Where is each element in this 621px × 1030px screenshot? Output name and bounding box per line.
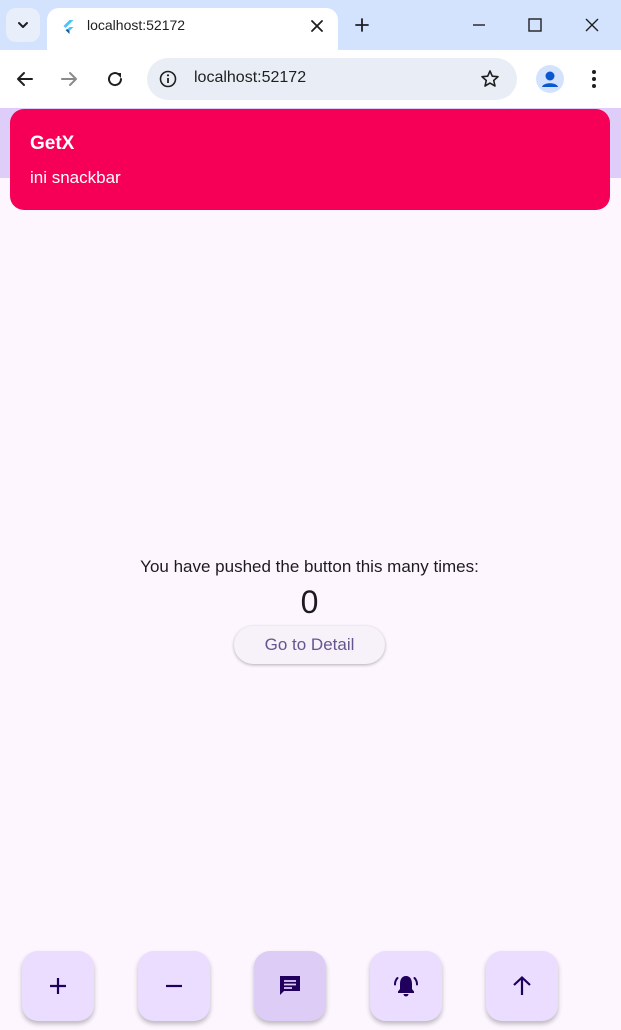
go-to-detail-button[interactable]: Go to Detail xyxy=(234,626,385,664)
arrow-up-icon xyxy=(513,975,531,995)
profile-button[interactable] xyxy=(536,65,564,93)
decrement-button[interactable] xyxy=(138,951,210,1021)
browser-tab-strip: localhost:52172 xyxy=(0,0,621,50)
maximize-icon xyxy=(528,18,542,32)
close-window-button[interactable] xyxy=(579,12,605,38)
arrow-right-icon xyxy=(61,72,77,86)
show-snackbar-button[interactable] xyxy=(254,951,326,1021)
close-icon xyxy=(311,20,323,32)
tab-title: localhost:52172 xyxy=(87,17,186,33)
minimize-icon xyxy=(473,24,485,26)
reload-button[interactable] xyxy=(101,65,129,93)
flutter-icon xyxy=(63,20,74,34)
increment-button[interactable] xyxy=(22,951,94,1021)
tab-search-button[interactable] xyxy=(6,8,40,42)
chevron-down-icon xyxy=(18,22,28,28)
browser-toolbar: localhost:52172 xyxy=(0,50,621,108)
snackbar[interactable]: GetX ini snackbar xyxy=(10,109,610,210)
reload-icon xyxy=(108,72,123,87)
forward-button[interactable] xyxy=(55,65,83,93)
minimize-window-button[interactable] xyxy=(466,12,492,38)
notification-button[interactable] xyxy=(370,951,442,1021)
person-icon xyxy=(542,71,558,87)
close-icon xyxy=(585,18,599,32)
tab-close-button[interactable] xyxy=(306,15,328,37)
navigate-up-button[interactable] xyxy=(486,951,558,1021)
snackbar-title: GetX xyxy=(30,133,75,154)
bookmark-button[interactable] xyxy=(479,68,501,90)
info-icon xyxy=(159,70,177,88)
address-url: localhost:52172 xyxy=(194,69,307,86)
plus-icon xyxy=(355,18,369,32)
back-button[interactable] xyxy=(11,65,39,93)
message-icon xyxy=(280,976,300,995)
address-bar[interactable]: localhost:52172 xyxy=(147,58,517,100)
more-vertical-icon xyxy=(592,70,596,88)
site-info-button[interactable] xyxy=(157,68,179,90)
snackbar-message: ini snackbar xyxy=(30,168,121,187)
plus-icon xyxy=(50,978,66,994)
star-icon xyxy=(481,70,499,87)
maximize-window-button[interactable] xyxy=(522,12,548,38)
browser-menu-button[interactable] xyxy=(582,65,606,93)
minus-icon xyxy=(166,984,182,988)
arrow-left-icon xyxy=(17,72,33,86)
browser-tab[interactable]: localhost:52172 xyxy=(47,8,338,50)
counter-value: 0 xyxy=(300,584,319,620)
new-tab-button[interactable] xyxy=(350,13,374,37)
counter-label: You have pushed the button this many tim… xyxy=(140,557,479,576)
bell-ringing-icon xyxy=(394,976,418,997)
